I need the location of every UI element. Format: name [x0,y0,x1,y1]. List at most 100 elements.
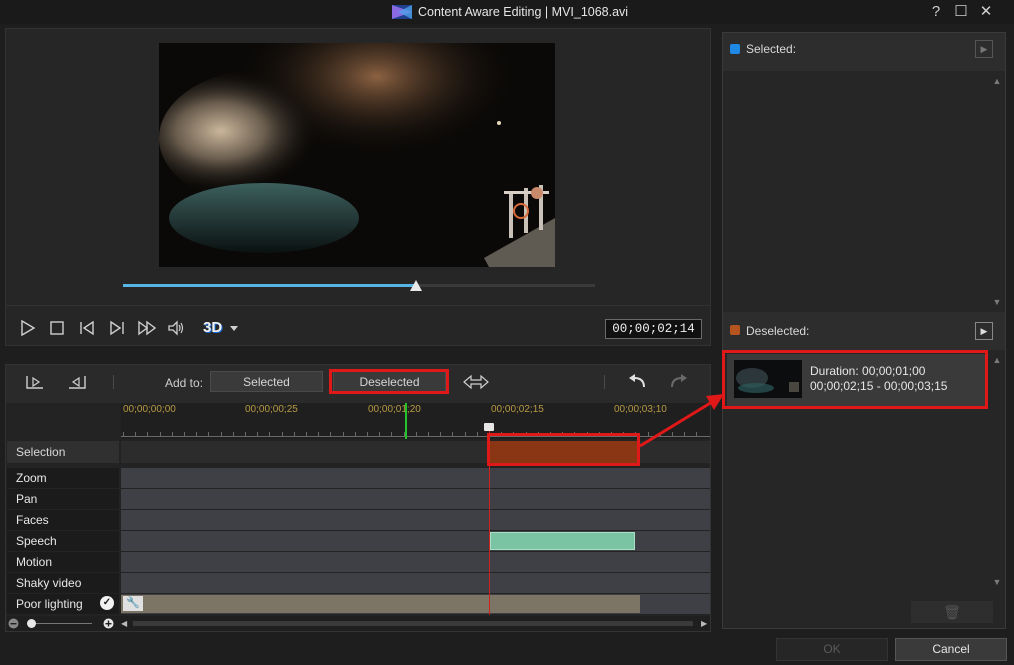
play-selected-button[interactable]: ▶ [975,40,993,58]
ruler-tick [147,432,148,436]
ruler-tick [391,432,392,436]
selected-color-dot [730,44,740,54]
ruler-tick [184,432,185,436]
app-logo-icon [392,5,412,19]
3d-toggle-button[interactable]: 3D [203,318,225,338]
selected-title: Selected: [746,42,797,56]
ruler-timecode: 00;00;00;00 [123,404,176,415]
ruler-tick [208,432,209,436]
ruler-tick [330,432,331,436]
ruler-tick [282,432,283,436]
next-frame-icon[interactable] [107,318,127,338]
track-lane-zoom[interactable] [121,468,710,488]
zoom-in-icon[interactable] [103,618,114,629]
ruler-tick [318,432,319,436]
ruler-tick [196,432,197,436]
video-preview [159,43,555,267]
add-to-label: Add to: [165,376,204,390]
poor-lighting-segment[interactable] [121,595,640,613]
mark-out-icon[interactable] [66,372,88,392]
volume-icon[interactable] [166,318,186,338]
scroll-up-icon[interactable]: ▲ [992,76,1002,86]
annotation-arrow-icon [639,394,724,448]
ok-button[interactable]: OK [776,638,888,661]
fit-timeline-icon[interactable] [462,373,490,391]
track-label-selection: Selection [7,441,119,463]
toolbar-divider [604,375,605,389]
ruler-tick [172,432,173,436]
playhead[interactable] [405,403,407,439]
ruler-tick [294,432,295,436]
ruler-timecode: 00;00;02;15 [491,404,544,415]
fast-forward-icon[interactable] [137,318,157,338]
ruler-tick [306,432,307,436]
track-label-speech: Speech [7,531,119,551]
previous-frame-icon[interactable] [77,318,97,338]
scrub-handle[interactable] [410,280,422,291]
ruler-tick [465,432,466,436]
ruler-tick [452,432,453,436]
ruler-tick [343,432,344,436]
cancel-button[interactable]: Cancel [895,638,1007,661]
track-lane-motion[interactable] [121,552,710,572]
ruler-tick [221,432,222,436]
ruler-timecode: 00;00;01;20 [368,404,421,415]
toolbar-divider [113,375,114,389]
zoom-slider-handle[interactable] [27,619,36,628]
track-label-zoom: Zoom [7,468,119,488]
range-marker[interactable] [484,423,494,431]
track-lane-pan[interactable] [121,489,710,509]
mark-in-icon[interactable] [24,372,46,392]
timeline-scrollbar[interactable] [133,621,693,626]
play-icon[interactable] [18,318,38,338]
highlight-box-clip [722,350,988,409]
scrub-progress [123,284,416,287]
highlight-box-deselected-button [329,369,449,394]
ruler-tick [123,432,124,436]
zoom-slider-track[interactable] [30,623,92,624]
ruler-tick [233,432,234,436]
track-label-pan: Pan [7,489,119,509]
scroll-right-icon[interactable]: ▶ [701,620,709,628]
deselected-color-dot [730,325,740,335]
speech-segment[interactable] [490,532,635,550]
play-deselected-button[interactable]: ▶ [975,322,993,340]
scroll-down-icon[interactable]: ▼ [992,577,1002,587]
ruler-tick [428,432,429,436]
track-label-motion: Motion [7,552,119,572]
ruler-tick [379,432,380,436]
checkmark-icon[interactable]: ✓ [100,596,114,610]
ruler-tick [477,432,478,436]
track-label-faces: Faces [7,510,119,530]
ruler-tick [416,432,417,436]
zoom-out-icon[interactable] [8,618,19,629]
wrench-icon[interactable]: 🔧 [123,596,143,611]
window-title-group: Content Aware Editing | MVI_1068.avi [392,3,628,21]
window-title: Content Aware Editing | MVI_1068.avi [418,5,629,19]
ruler-tick [257,432,258,436]
ruler-tick [367,432,368,436]
ruler-tick [160,432,161,436]
stop-icon[interactable] [47,318,67,338]
ruler-tick [245,432,246,436]
ruler-tick [269,432,270,436]
track-lane-faces[interactable] [121,510,710,530]
scroll-up-icon[interactable]: ▲ [992,355,1002,365]
track-lane-shaky-video[interactable] [121,573,710,593]
deselected-title: Deselected: [746,324,810,338]
timecode-display: 00;00;02;14 [605,319,702,339]
add-to-selected-button[interactable]: Selected [210,371,323,392]
ruler-tick [440,432,441,436]
maximize-button[interactable]: ☐ [950,2,972,22]
ruler-tick [135,432,136,436]
delete-icon[interactable]: 🗑 [911,601,993,623]
scroll-down-icon[interactable]: ▼ [992,297,1002,307]
track-label-shaky-video: Shaky video [7,573,119,593]
ruler-tick [355,432,356,436]
ruler-timecode: 00;00;00;25 [245,404,298,415]
chevron-down-icon[interactable] [229,325,239,333]
close-button[interactable]: ✕ [975,2,997,22]
help-button[interactable]: ? [925,2,947,22]
highlight-box-range [487,433,640,466]
scroll-left-icon[interactable]: ◀ [121,620,129,628]
